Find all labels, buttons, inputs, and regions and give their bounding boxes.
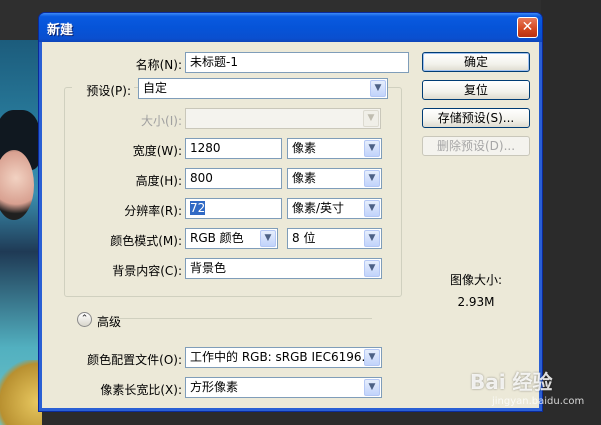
size-select[interactable]: ▼ (185, 108, 381, 129)
ok-button[interactable]: 确定 (422, 52, 530, 72)
advanced-label: 高级 (97, 315, 122, 329)
preset-value: 自定 (143, 81, 168, 95)
height-unit-value: 像素 (292, 171, 317, 185)
resolution-unit-select[interactable]: 像素/英寸 ▼ (287, 198, 382, 219)
background-contents-label: 背景内容(C): (112, 264, 182, 278)
chevron-down-icon: ▼ (260, 230, 276, 247)
pixel-aspect-select[interactable]: 方形像素 ▼ (185, 377, 382, 398)
background-contents-select[interactable]: 背景色 ▼ (185, 258, 382, 279)
chevron-down-icon: ▼ (370, 80, 386, 97)
save-preset-button[interactable]: 存储预设(S)... (422, 108, 530, 128)
name-label: 名称(N): (135, 58, 182, 72)
resolution-unit-value: 像素/英寸 (292, 201, 345, 215)
pixel-aspect-value: 方形像素 (190, 380, 239, 394)
chevron-up-icon: ⌃ (80, 314, 89, 324)
resolution-input[interactable]: 72 (185, 198, 282, 219)
bit-depth-value: 8 位 (292, 231, 316, 245)
background-right (541, 0, 601, 425)
color-profile-label: 颜色配置文件(O): (87, 353, 182, 367)
width-unit-select[interactable]: 像素 ▼ (287, 138, 382, 159)
image-size-label: 图像大小: (449, 273, 503, 287)
photo-fan (0, 360, 42, 425)
color-profile-select[interactable]: 工作中的 RGB: sRGB IEC6196... ▼ (185, 347, 382, 368)
size-label: 大小(I): (141, 114, 182, 128)
new-document-dialog: 新建 ✕ 名称(N): 未标题-1 预设(P): 自定 ▼ 大小(I): ▼ 宽… (38, 12, 543, 412)
close-icon: ✕ (521, 19, 534, 35)
color-mode-value: RGB 颜色 (190, 231, 244, 245)
watermark-url: jingyan.baidu.com (492, 396, 585, 407)
dialog-title: 新建 (47, 23, 74, 38)
height-unit-select[interactable]: 像素 ▼ (287, 168, 382, 189)
pixel-aspect-label: 像素长宽比(X): (100, 383, 182, 397)
background-contents-value: 背景色 (190, 261, 227, 275)
color-profile-value: 工作中的 RGB: sRGB IEC6196... (190, 350, 373, 364)
chevron-down-icon: ▼ (364, 230, 380, 247)
close-button[interactable]: ✕ (517, 17, 538, 38)
height-input[interactable]: 800 (185, 168, 282, 189)
name-input[interactable]: 未标题-1 (185, 52, 409, 73)
reset-button[interactable]: 复位 (422, 80, 530, 100)
width-unit-value: 像素 (292, 141, 317, 155)
chevron-down-icon: ▼ (363, 110, 379, 127)
bit-depth-select[interactable]: 8 位 ▼ (287, 228, 382, 249)
chevron-down-icon: ▼ (364, 379, 380, 396)
advanced-divider (114, 318, 372, 319)
advanced-toggle-button[interactable]: ⌃ (77, 312, 92, 327)
width-label: 宽度(W): (132, 144, 182, 158)
dialog-client-area: 名称(N): 未标题-1 预设(P): 自定 ▼ 大小(I): ▼ 宽度(W):… (42, 42, 539, 408)
chevron-down-icon: ▼ (364, 170, 380, 187)
chevron-down-icon: ▼ (364, 260, 380, 277)
preset-select[interactable]: 自定 ▼ (138, 78, 388, 99)
chevron-down-icon: ▼ (364, 140, 380, 157)
chevron-down-icon: ▼ (364, 200, 380, 217)
color-mode-label: 颜色模式(M): (110, 234, 182, 248)
delete-preset-button[interactable]: 删除预设(D)... (422, 136, 530, 156)
resolution-label: 分辨率(R): (124, 204, 182, 218)
background-photo (0, 40, 42, 425)
width-input[interactable]: 1280 (185, 138, 282, 159)
resolution-value: 72 (190, 201, 206, 215)
preset-label: 预设(P): (72, 82, 134, 99)
image-size-value: 2.93M (457, 295, 495, 309)
dialog-titlebar[interactable]: 新建 ✕ (39, 13, 542, 42)
watermark-logo: Bai 经验 (470, 370, 553, 394)
chevron-down-icon: ▼ (364, 349, 380, 366)
color-mode-select[interactable]: RGB 颜色 ▼ (185, 228, 278, 249)
height-label: 高度(H): (135, 174, 182, 188)
